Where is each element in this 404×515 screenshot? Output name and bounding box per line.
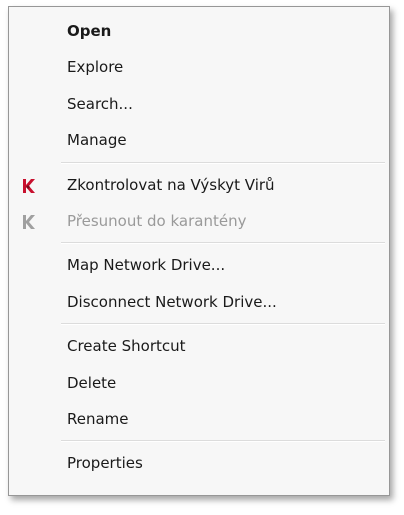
menu-separator (61, 161, 385, 164)
menu-separator (61, 323, 385, 326)
menu-item-rename[interactable]: Rename (9, 401, 389, 437)
menu-item-manage[interactable]: Manage (9, 122, 389, 158)
context-menu: Open Explore Search... Manage Zkontrolov… (8, 6, 390, 496)
menu-item-properties[interactable]: Properties (9, 445, 389, 481)
menu-item-move-to-quarantine[interactable]: Přesunout do karantény (9, 203, 389, 239)
menu-item-create-shortcut[interactable]: Create Shortcut (9, 328, 389, 364)
kaspersky-icon (23, 178, 35, 193)
menu-item-disconnect-network-drive[interactable]: Disconnect Network Drive... (9, 284, 389, 320)
menu-item-scan-viruses[interactable]: Zkontrolovat na Výskyt Virů (9, 167, 389, 203)
menu-item-explore[interactable]: Explore (9, 49, 389, 85)
kaspersky-icon (23, 214, 35, 229)
menu-separator (61, 242, 385, 245)
menu-item-search[interactable]: Search... (9, 86, 389, 122)
menu-item-open[interactable]: Open (9, 13, 389, 49)
menu-item-label: Přesunout do karantény (67, 211, 247, 230)
menu-item-label: Zkontrolovat na Výskyt Virů (67, 175, 275, 194)
menu-item-map-network-drive[interactable]: Map Network Drive... (9, 247, 389, 283)
menu-separator (61, 440, 385, 443)
menu-item-delete[interactable]: Delete (9, 365, 389, 401)
